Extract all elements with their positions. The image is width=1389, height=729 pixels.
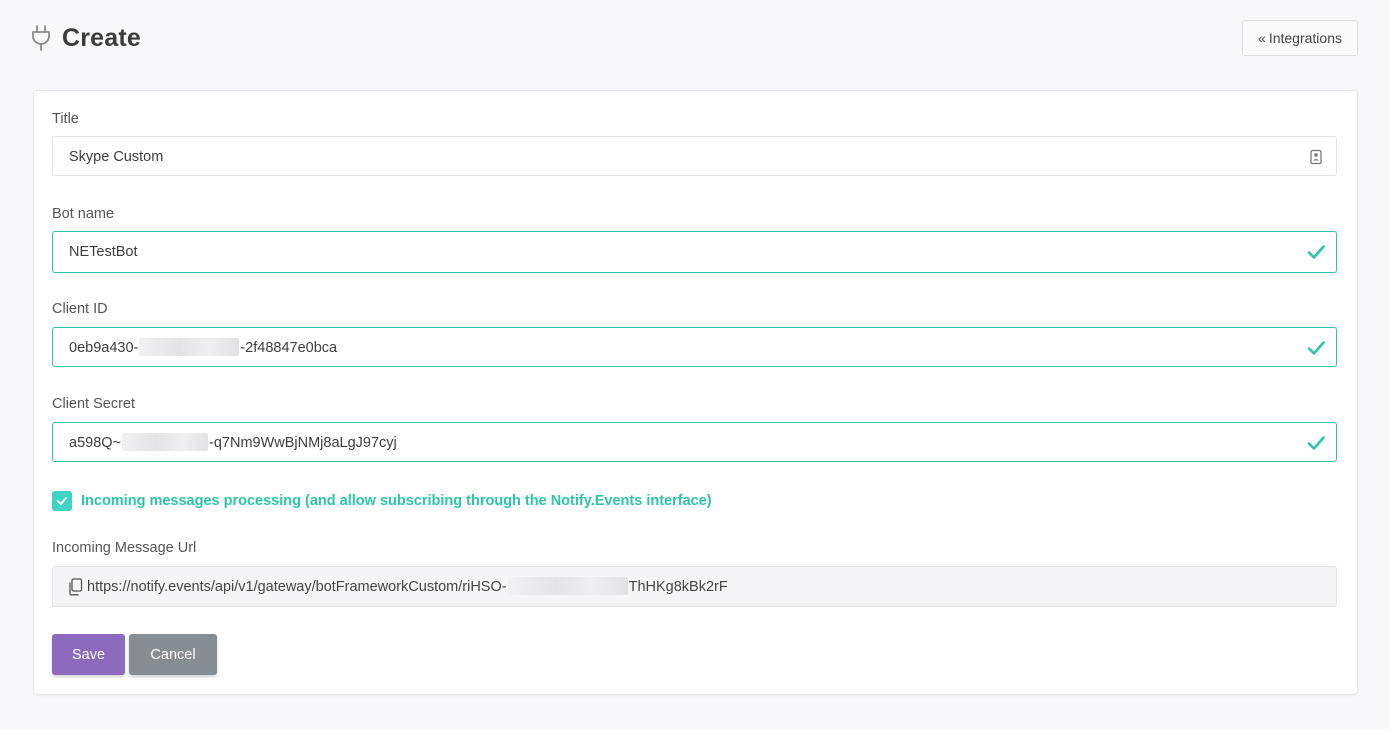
check-icon bbox=[1307, 436, 1325, 450]
page-header: Create « Integrations bbox=[30, 20, 1358, 56]
check-icon bbox=[1307, 341, 1325, 355]
incoming-url-value: https://notify.events/api/v1/gateway/bot… bbox=[87, 567, 728, 607]
bot-name-input[interactable]: NETestBot bbox=[52, 231, 1337, 273]
contact-card-icon bbox=[1310, 149, 1322, 165]
client-id-label: Client ID bbox=[52, 301, 108, 317]
integrations-back-label: Integrations bbox=[1268, 30, 1342, 46]
client-id-input[interactable]: 0eb9a430- -2f48847e0bca bbox=[52, 327, 1337, 367]
incoming-processing-row[interactable]: Incoming messages processing (and allow … bbox=[52, 490, 712, 512]
client-id-value-start: 0eb9a430- bbox=[69, 340, 139, 356]
page-title: Create bbox=[62, 23, 142, 52]
redacted-blur bbox=[507, 577, 628, 596]
redacted-blur bbox=[139, 338, 240, 357]
incoming-url-field[interactable]: https://notify.events/api/v1/gateway/bot… bbox=[52, 566, 1337, 607]
plug-icon bbox=[32, 25, 50, 51]
client-secret-input-value: a598Q~ -q7Nm9WwBjNMj8aLgJ97cyj bbox=[69, 423, 397, 463]
title-input[interactable]: Skype Custom bbox=[52, 136, 1337, 176]
save-button[interactable]: Save bbox=[52, 634, 125, 675]
incoming-processing-checkbox[interactable] bbox=[52, 491, 72, 511]
client-id-input-value: 0eb9a430- -2f48847e0bca bbox=[69, 328, 337, 368]
incoming-processing-label: Incoming messages processing (and allow … bbox=[81, 493, 712, 509]
create-form-card: Title Skype Custom Bot name NETestBot Cl… bbox=[33, 90, 1358, 695]
client-secret-value-end: -q7Nm9WwBjNMj8aLgJ97cyj bbox=[209, 435, 397, 451]
redacted-blur bbox=[122, 433, 209, 452]
double-chevron-left-icon: « bbox=[1258, 30, 1266, 46]
title-input-value: Skype Custom bbox=[69, 149, 164, 165]
client-secret-label: Client Secret bbox=[52, 396, 136, 412]
title-label: Title bbox=[52, 111, 79, 127]
client-id-value-end: -2f48847e0bca bbox=[240, 340, 338, 356]
bot-name-label: Bot name bbox=[52, 206, 115, 222]
copy-icon[interactable] bbox=[67, 578, 83, 596]
incoming-url-value-start: https://notify.events/api/v1/gateway/bot… bbox=[87, 579, 507, 595]
integrations-back-button[interactable]: « Integrations bbox=[1242, 20, 1358, 56]
incoming-url-value-end: ThHKg8kBk2rF bbox=[628, 579, 728, 595]
checkmark-icon bbox=[57, 497, 67, 505]
cancel-button[interactable]: Cancel bbox=[129, 634, 217, 675]
incoming-url-label: Incoming Message Url bbox=[52, 540, 197, 556]
bot-name-input-value: NETestBot bbox=[69, 244, 138, 260]
client-secret-value-start: a598Q~ bbox=[69, 435, 122, 451]
client-secret-input[interactable]: a598Q~ -q7Nm9WwBjNMj8aLgJ97cyj bbox=[52, 422, 1337, 462]
title-wrap: Create bbox=[30, 20, 141, 56]
check-icon bbox=[1307, 245, 1325, 259]
